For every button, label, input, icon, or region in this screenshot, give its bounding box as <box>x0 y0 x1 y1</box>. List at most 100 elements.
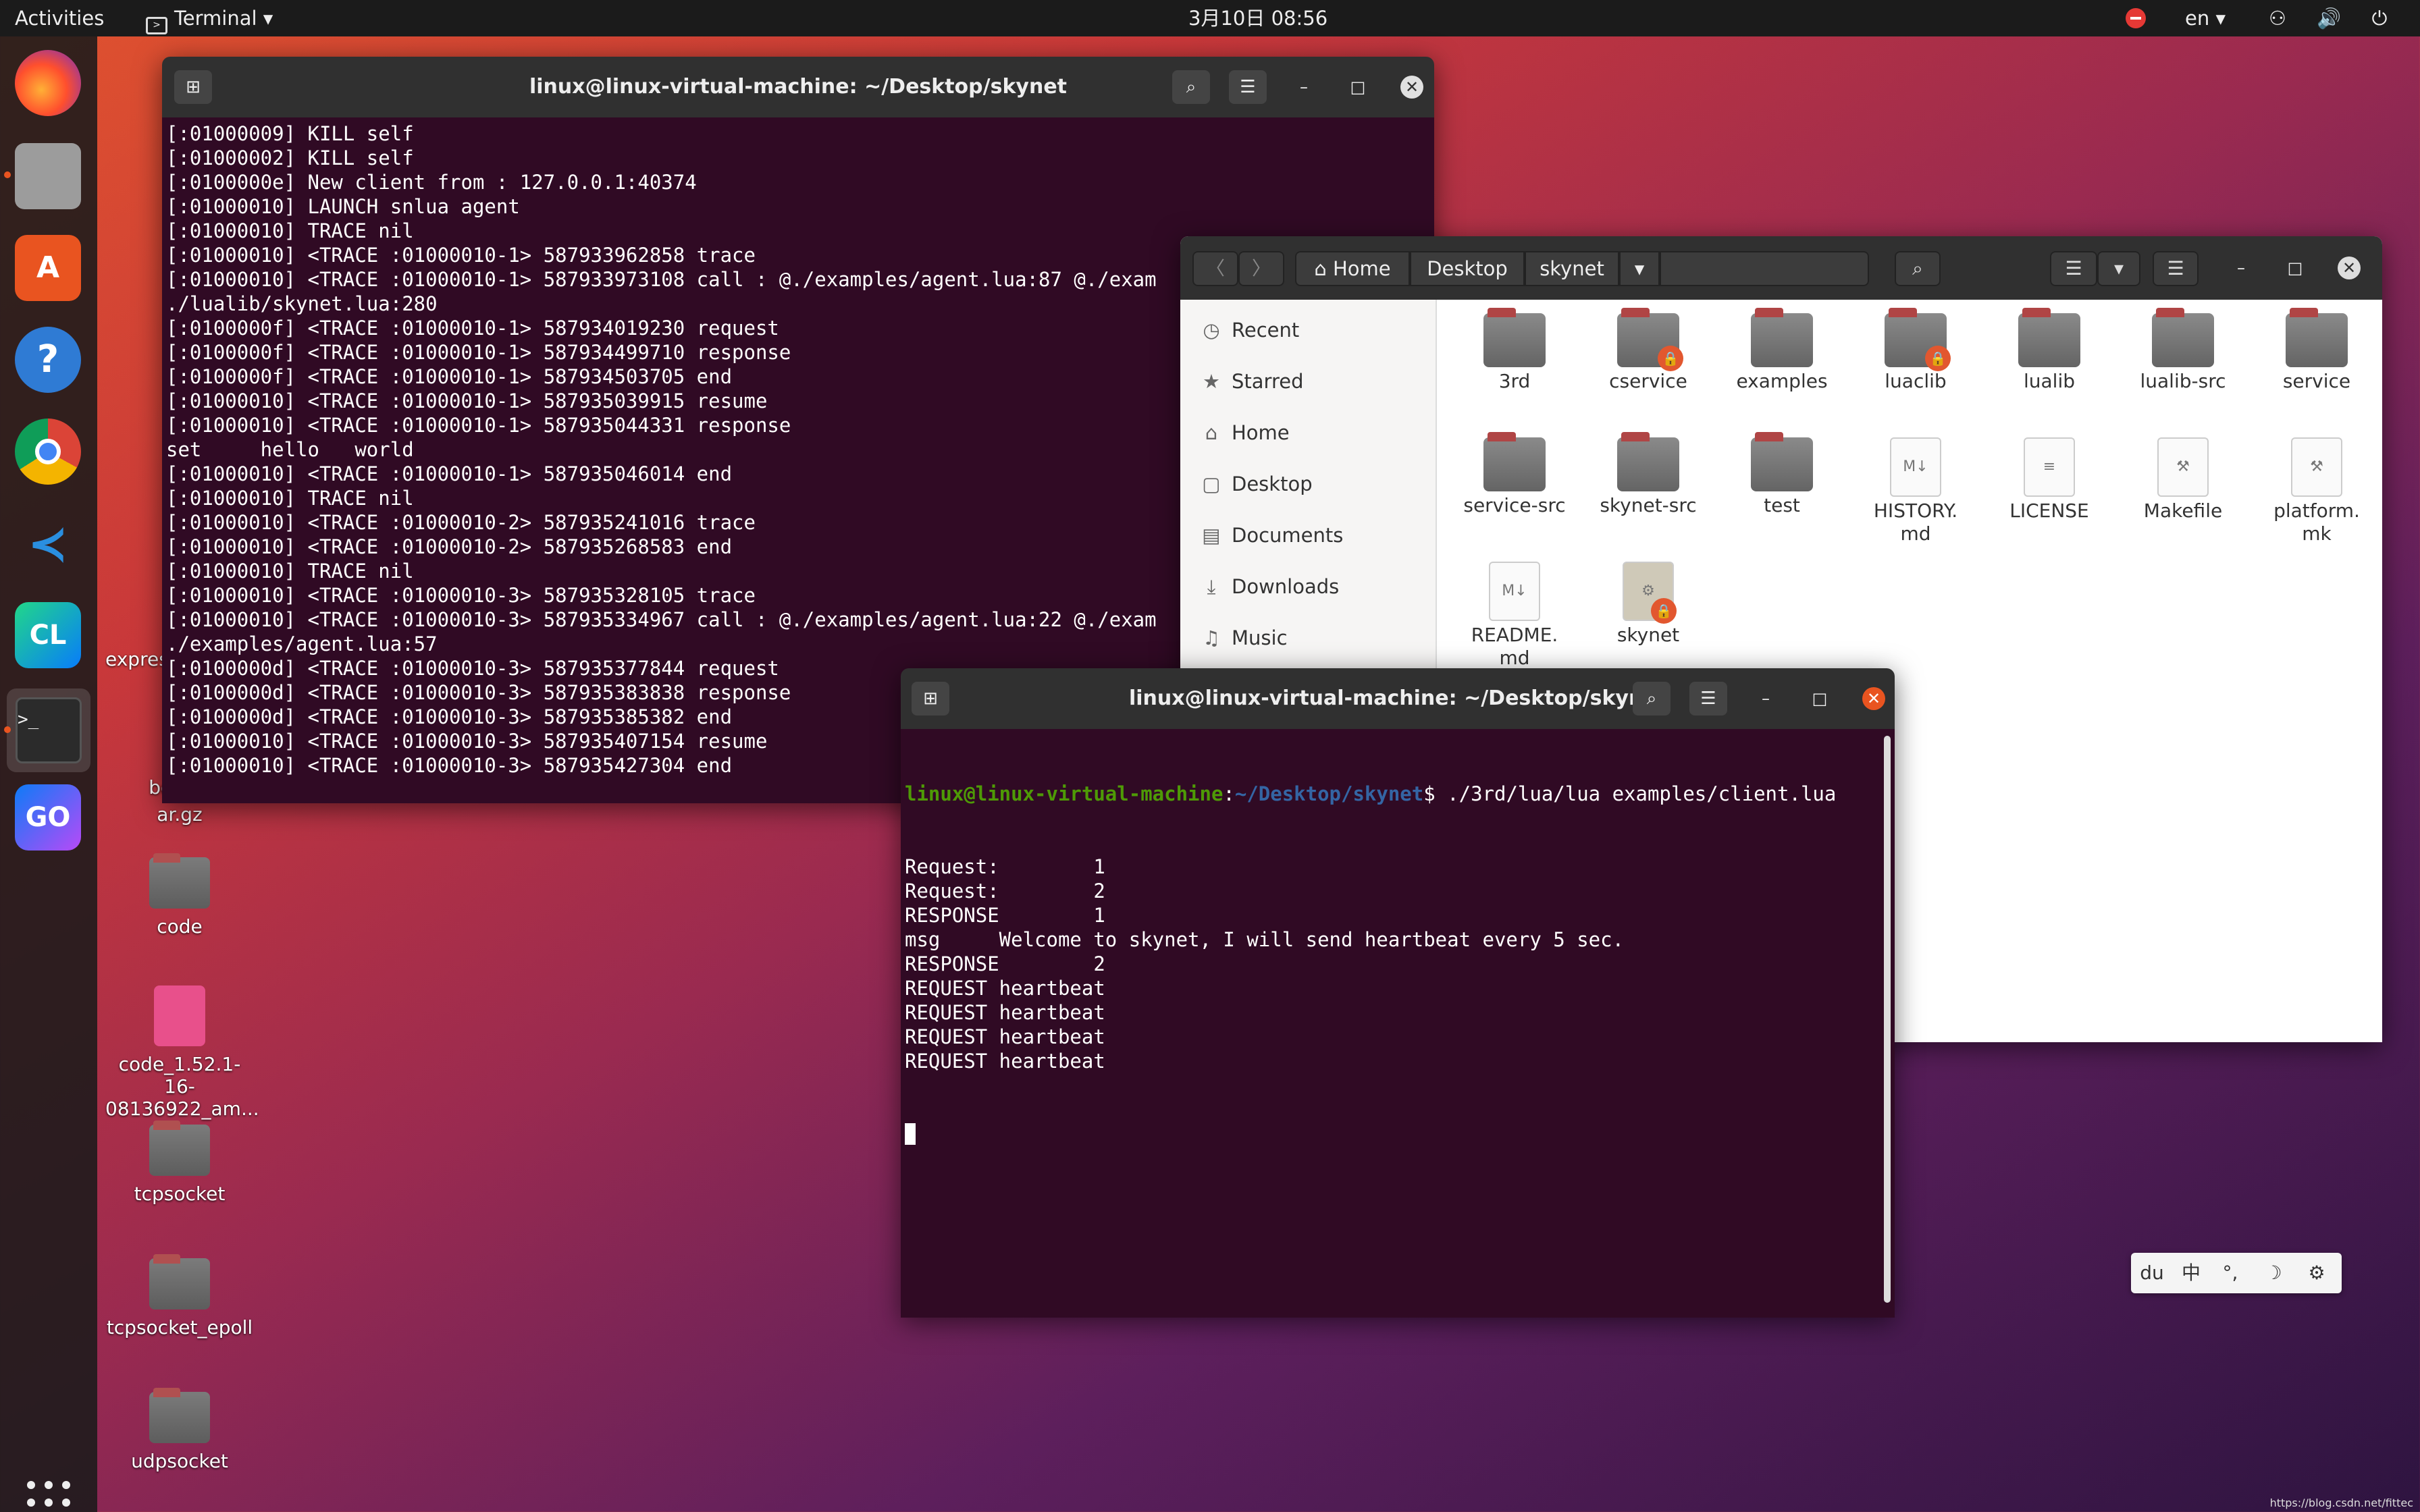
desktop-icon-express[interactable]: expres .0.62- <box>105 648 166 670</box>
desktop-icon-archive[interactable]: ar.gz <box>105 803 254 826</box>
file-item[interactable]: ≡ LICENSE <box>1985 437 2113 522</box>
baidu-ime-icon[interactable]: du <box>2135 1253 2169 1293</box>
desktop-icon-label: code_1.52.1-16-08136922_am... <box>105 1053 259 1120</box>
ime-toolbar[interactable]: du 中 °, ☽ ⚙ <box>2131 1253 2342 1293</box>
gear-icon[interactable]: ⚙ <box>2300 1253 2334 1293</box>
punctuation-toggle[interactable]: °, <box>2213 1253 2247 1293</box>
menu-button[interactable]: ☰ <box>1229 70 1267 104</box>
help-icon[interactable]: ? <box>15 327 81 393</box>
file-item[interactable]: 🔒 luaclib <box>1851 308 1980 393</box>
minimize-button[interactable]: – <box>1754 687 1777 710</box>
sidebar-item-label: Starred <box>1232 370 1304 393</box>
vscode-icon[interactable]: ≺ <box>15 510 81 576</box>
sidebar-item-downloads[interactable]: ⤓ Downloads <box>1201 570 1340 603</box>
desktop-icon-udpsocket[interactable]: udpsocket <box>105 1388 254 1472</box>
desktop-icon-code-deb[interactable]: code_1.52.1-16-08136922_am... <box>105 986 259 1120</box>
breadcrumb-menu-button[interactable]: ▾ <box>1619 251 1660 286</box>
breadcrumb-skynet[interactable]: skynet <box>1525 251 1619 286</box>
sidebar-item-label: Documents <box>1232 524 1344 547</box>
activities-button[interactable]: Activities <box>15 0 104 36</box>
file-label: LICENSE <box>2009 500 2089 522</box>
view-list-button[interactable]: ☰ <box>2050 251 2097 286</box>
ime-mode-toggle[interactable]: 中 <box>2174 1253 2208 1293</box>
file-item[interactable]: lualib-src <box>2119 308 2247 393</box>
do-not-disturb-icon[interactable] <box>2126 8 2146 28</box>
system-tray[interactable]: ⚇ 🔊 ⏻ <box>2269 0 2399 36</box>
search-icon: ⌕ <box>1186 77 1196 97</box>
menu-button[interactable]: ☰ <box>2153 251 2199 286</box>
terminal-icon: >_ <box>16 697 82 763</box>
goland-icon[interactable]: GO <box>15 784 81 850</box>
titlebar[interactable]: ⊞ linux@linux-virtual-machine: ~/Desktop… <box>901 668 1895 729</box>
show-applications-icon[interactable] <box>27 1481 70 1512</box>
minimize-button[interactable]: – <box>2230 256 2253 279</box>
file-item[interactable]: 🔒 cservice <box>1584 308 1712 393</box>
folder-icon <box>149 853 210 909</box>
terminal-output[interactable]: linux@linux-virtual-machine:~/Desktop/sk… <box>901 729 1895 1318</box>
file-item[interactable]: M↓ HISTORY. md <box>1851 437 1980 545</box>
clock[interactable]: 3月10日 08:56 <box>1188 0 1327 36</box>
file-item[interactable]: ⚒ Makefile <box>2119 437 2247 522</box>
file-item[interactable]: ⚙ 🔒 skynet <box>1584 562 1712 647</box>
file-item[interactable]: skynet-src <box>1584 432 1712 517</box>
file-manager-header[interactable]: 〈 〉 ⌂ Home Desktop skynet ▾ ⌕ ☰ ▾ ☰ – □ … <box>1180 236 2382 300</box>
text-file-icon: ≡ <box>2024 437 2075 497</box>
desktop-icon-tcpsocket[interactable]: tcpsocket <box>105 1120 254 1205</box>
files-icon[interactable] <box>15 143 81 209</box>
search-button[interactable]: ⌕ <box>1172 70 1210 104</box>
sidebar-item-desktop[interactable]: ▢ Desktop <box>1201 467 1313 501</box>
file-item[interactable]: lualib <box>1985 308 2113 393</box>
chrome-icon[interactable] <box>15 418 81 485</box>
sidebar-item-label: Desktop <box>1232 473 1313 495</box>
desktop-icon-tcpsocket-epoll[interactable]: tcpsocket_epoll <box>105 1254 254 1339</box>
sidebar-item-music[interactable]: ♫ Music <box>1201 621 1288 655</box>
moon-icon[interactable]: ☽ <box>2257 1253 2290 1293</box>
breadcrumb-home[interactable]: ⌂ Home <box>1295 251 1410 286</box>
file-item[interactable]: M↓ README. md <box>1450 562 1579 670</box>
forward-button[interactable]: 〉 <box>1238 251 1284 286</box>
search-icon: ⌕ <box>1646 688 1657 709</box>
maximize-button[interactable]: □ <box>1808 687 1831 710</box>
scrollbar[interactable] <box>1884 736 1891 1303</box>
search-button[interactable]: ⌕ <box>1895 251 1941 286</box>
back-button[interactable]: 〈 <box>1192 251 1238 286</box>
lock-icon: 🔒 <box>1658 346 1683 371</box>
file-item[interactable]: service <box>2253 308 2381 393</box>
sidebar-item-label: Home <box>1232 421 1290 444</box>
file-item[interactable]: test <box>1718 432 1846 517</box>
maximize-button[interactable]: □ <box>2284 256 2307 279</box>
close-button[interactable]: ✕ <box>1400 76 1423 99</box>
menu-button[interactable]: ☰ <box>1689 682 1727 716</box>
software-store-icon[interactable]: A <box>15 235 81 301</box>
file-item[interactable]: ⚒ platform. mk <box>2253 437 2381 545</box>
file-item[interactable]: examples <box>1718 308 1846 393</box>
terminal-line: REQUEST heartbeat <box>905 1001 1105 1024</box>
file-item[interactable]: 3rd <box>1450 308 1579 393</box>
view-options-button[interactable]: ▾ <box>2097 251 2140 286</box>
sidebar-item-documents[interactable]: ▤ Documents <box>1201 518 1343 552</box>
sidebar-item-recent[interactable]: ◷ Recent <box>1201 313 1299 347</box>
file-item[interactable]: service-src <box>1450 432 1579 517</box>
documents-icon: ▤ <box>1202 524 1221 547</box>
sidebar-item-home[interactable]: ⌂ Home <box>1201 416 1290 450</box>
minimize-button[interactable]: – <box>1292 76 1315 99</box>
close-button[interactable]: ✕ <box>1862 687 1885 710</box>
breadcrumb-label: Desktop <box>1427 257 1508 280</box>
file-label: service <box>2282 370 2351 392</box>
running-indicator <box>4 726 11 733</box>
new-tab-button[interactable]: ⊞ <box>174 70 212 104</box>
close-button[interactable]: ✕ <box>2338 256 2361 279</box>
clion-icon[interactable]: CL <box>15 602 81 668</box>
desktop-icon-code[interactable]: code <box>105 853 254 938</box>
app-menu[interactable]: > Terminal ▾ <box>146 0 273 36</box>
sidebar-item-starred[interactable]: ★ Starred <box>1201 364 1304 398</box>
search-button[interactable]: ⌕ <box>1633 682 1671 716</box>
titlebar[interactable]: ⊞ linux@linux-virtual-machine: ~/Desktop… <box>162 57 1434 117</box>
maximize-button[interactable]: □ <box>1346 76 1369 99</box>
breadcrumb-desktop[interactable]: Desktop <box>1410 251 1525 286</box>
firefox-icon[interactable] <box>15 50 81 116</box>
terminal-dock-icon[interactable]: >_ <box>7 688 90 772</box>
new-tab-button[interactable]: ⊞ <box>912 682 949 716</box>
terminal-window-client[interactable]: ⊞ linux@linux-virtual-machine: ~/Desktop… <box>901 668 1895 1318</box>
language-selector[interactable]: en ▾ <box>2185 0 2226 36</box>
